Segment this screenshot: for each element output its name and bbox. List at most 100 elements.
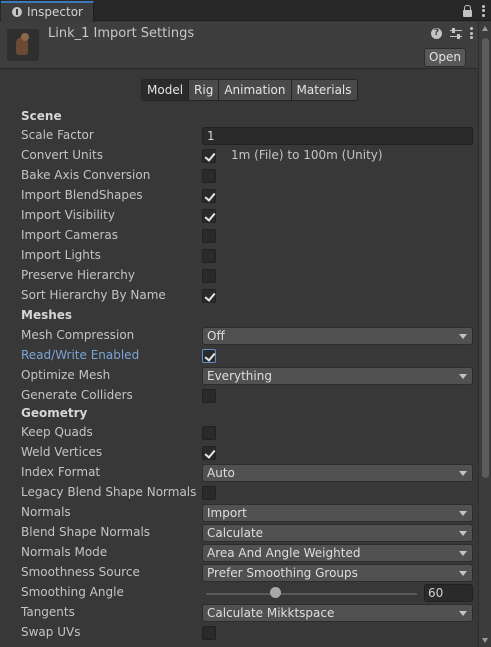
import-lights-label: Import Lights [21,248,101,262]
normals-label: Normals [21,505,71,519]
import-visibility-checkbox[interactable] [202,209,216,223]
import-blendshapes-checkbox[interactable] [202,189,216,203]
convert-units-note: 1m (File) to 100m (Unity) [231,148,383,162]
swap-uvs-checkbox[interactable] [202,626,216,640]
tab-rig[interactable]: Rig [189,80,220,100]
model-asset-icon [7,29,39,61]
row-normals-mode: Normals Mode Area And Angle Weighted [0,543,478,563]
import-blendshapes-label: Import BlendShapes [21,188,143,202]
import-visibility-label: Import Visibility [21,208,115,222]
normals-mode-dropdown[interactable]: Area And Angle Weighted [202,544,473,562]
tab-animation[interactable]: Animation [219,80,292,100]
scene-title: Scene [21,109,62,123]
smoothing-angle-input[interactable]: 60 [424,584,473,602]
row-scale-factor: Scale Factor 1 [0,126,478,146]
scroll-up-arrow-icon[interactable] [482,26,488,31]
blend-shape-normals-label: Blend Shape Normals [21,525,151,539]
row-optimize-mesh: Optimize Mesh Everything [0,366,478,386]
swap-uvs-label: Swap UVs [21,625,81,639]
index-format-label: Index Format [21,465,101,479]
scene-section-header: Scene [0,107,478,127]
keep-quads-checkbox[interactable] [202,426,216,440]
import-subtabs: Model Rig Animation Materials [141,79,358,101]
normals-dropdown[interactable]: Import [202,504,473,522]
lock-icon[interactable] [463,4,472,17]
row-preserve-hierarchy: Preserve Hierarchy [0,266,478,286]
legacy-blend-label: Legacy Blend Shape Normals [21,485,197,499]
row-import-cameras: Import Cameras [0,226,478,246]
sort-hierarchy-checkbox[interactable] [202,289,216,303]
row-swap-uvs: Swap UVs [0,623,478,643]
blend-shape-normals-dropdown[interactable]: Calculate [202,524,473,542]
row-index-format: Index Format Auto [0,463,478,483]
keep-quads-label: Keep Quads [21,425,93,439]
mesh-compression-dropdown[interactable]: Off [202,327,473,345]
weld-vertices-label: Weld Vertices [21,445,103,459]
meshes-section-header: Meshes [0,306,478,326]
scrollbar-thumb[interactable] [482,38,489,478]
geometry-title: Geometry [21,406,88,420]
row-weld-vertices: Weld Vertices [0,443,478,463]
row-keep-quads: Keep Quads [0,423,478,443]
sort-hierarchy-label: Sort Hierarchy By Name [21,288,166,302]
convert-units-label: Convert Units [21,148,103,162]
import-cameras-checkbox[interactable] [202,229,216,243]
open-button[interactable]: Open [424,48,466,67]
bake-axis-checkbox[interactable] [202,169,216,183]
help-icon[interactable]: ? [431,27,442,39]
row-convert-units: Convert Units 1m (File) to 100m (Unity) [0,146,478,166]
generate-colliders-checkbox[interactable] [202,389,216,403]
smoothness-source-label: Smoothness Source [21,565,140,579]
convert-units-checkbox[interactable] [202,149,216,163]
index-format-dropdown[interactable]: Auto [202,464,473,482]
tangents-dropdown[interactable]: Calculate Mikktspace [202,604,473,622]
window-tab-strip: Inspector [0,0,491,22]
read-write-label: Read/Write Enabled [21,348,140,362]
import-lights-checkbox[interactable] [202,249,216,263]
read-write-checkbox[interactable] [202,349,216,363]
scale-factor-label: Scale Factor [21,128,94,142]
optimize-mesh-dropdown[interactable]: Everything [202,367,473,385]
row-smoothness-source: Smoothness Source Prefer Smoothing Group… [0,563,478,583]
bake-axis-label: Bake Axis Conversion [21,168,151,182]
row-import-visibility: Import Visibility [0,206,478,226]
info-icon [12,7,22,17]
tab-inspector[interactable]: Inspector [1,1,94,22]
row-generate-colliders: Generate Colliders [0,386,478,406]
smoothing-angle-slider-thumb[interactable] [270,587,281,598]
row-mesh-compression: Mesh Compression Off [0,326,478,346]
row-sort-hierarchy: Sort Hierarchy By Name [0,286,478,306]
kebab-menu-icon[interactable] [482,4,485,17]
weld-vertices-checkbox[interactable] [202,446,216,460]
scale-factor-input[interactable]: 1 [202,127,473,145]
header-title: Link_1 Import Settings [48,26,195,41]
scroll-down-arrow-icon[interactable] [482,638,488,643]
row-read-write: Read/Write Enabled [0,346,478,366]
row-tangents: Tangents Calculate Mikktspace [0,603,478,623]
smoothing-angle-slider[interactable] [206,593,417,595]
tab-model[interactable]: Model [142,80,190,100]
legacy-blend-checkbox[interactable] [202,486,216,500]
optimize-mesh-label: Optimize Mesh [21,368,111,382]
header-kebab-icon[interactable] [470,27,473,39]
row-bake-axis: Bake Axis Conversion [0,166,478,186]
meshes-title: Meshes [21,308,73,322]
mesh-compression-label: Mesh Compression [21,328,135,342]
row-legacy-blend: Legacy Blend Shape Normals [0,483,478,503]
row-smoothing-angle: Smoothing Angle 60 [0,583,478,603]
presets-icon[interactable] [450,27,462,39]
smoothness-source-dropdown[interactable]: Prefer Smoothing Groups [202,564,473,582]
row-normals: Normals Import [0,503,478,523]
tangents-label: Tangents [21,605,75,619]
inspector-scrollbar[interactable] [478,22,491,647]
tab-inspector-label: Inspector [27,5,83,19]
row-blend-shape-normals: Blend Shape Normals Calculate [0,523,478,543]
tab-materials[interactable]: Materials [291,80,357,100]
preserve-hierarchy-label: Preserve Hierarchy [21,268,135,282]
header-actions: ? [431,27,473,39]
asset-header: Link_1 Import Settings ? Open [0,22,478,69]
row-import-lights: Import Lights [0,246,478,266]
import-cameras-label: Import Cameras [21,228,118,242]
normals-mode-label: Normals Mode [21,545,108,559]
preserve-hierarchy-checkbox[interactable] [202,269,216,283]
